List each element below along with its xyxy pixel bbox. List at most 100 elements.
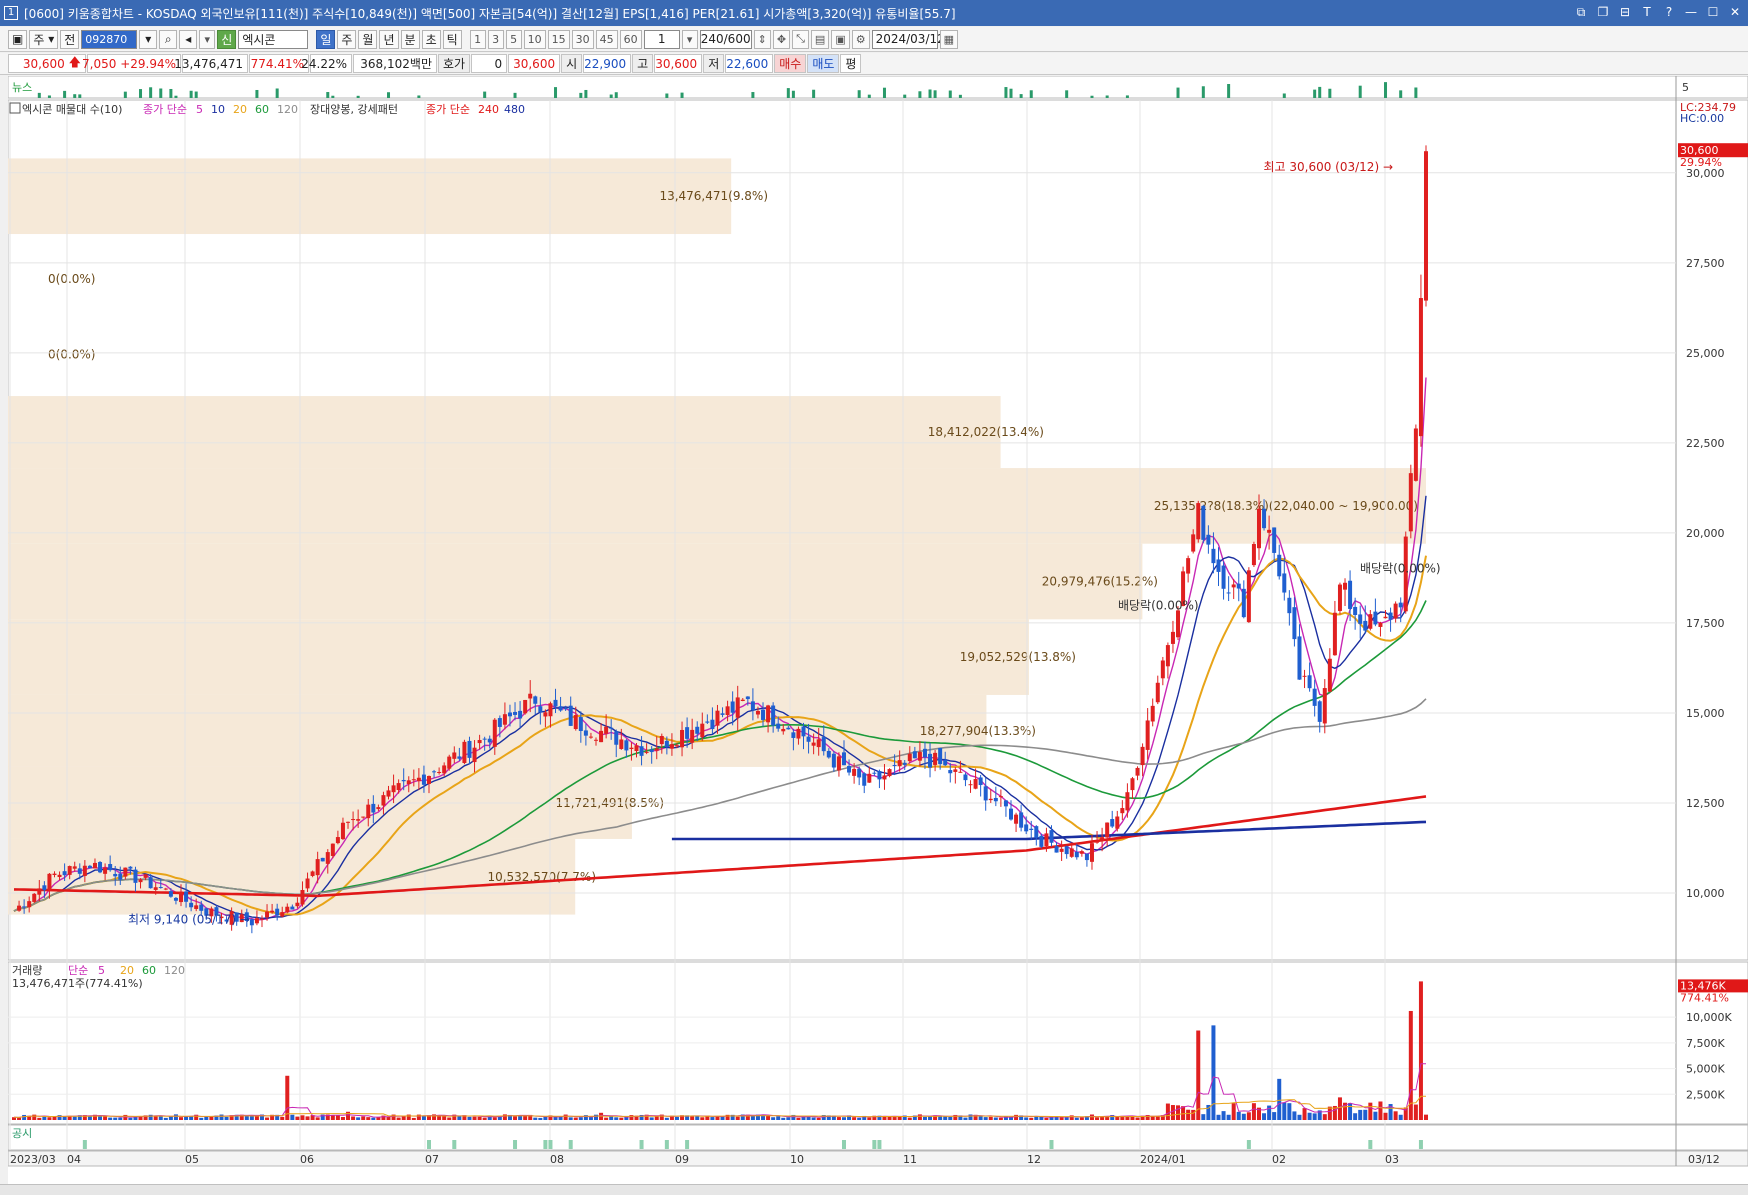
candle-body [523,699,528,714]
period-day-button[interactable]: 일 [316,29,336,49]
volume-bar [98,1116,103,1120]
candle-body [1145,720,1150,750]
candle-body [847,766,852,773]
candle-body [659,735,664,745]
volume-bar [1272,1112,1277,1120]
x-axis-label: 05 [185,1153,199,1166]
volume-bar [42,1116,47,1120]
candle-body [1105,822,1110,838]
candle-body [72,866,77,869]
candle-body [1256,508,1261,549]
search-icon[interactable]: ⌕ [159,29,178,49]
news-bar [918,91,922,98]
candle-body [841,752,846,766]
stock-code-input[interactable]: 092870 [81,29,138,49]
volume-bar [280,1116,285,1120]
volume-bar [1069,1115,1074,1120]
volume-legend-name: 거래량 [12,964,42,977]
period-tick-button[interactable]: 틱 [442,29,462,49]
arrow-down-icon[interactable]: ▾ [199,29,216,49]
volume-bar [857,1117,862,1120]
period-year-button[interactable]: 년 [379,29,399,49]
candle-body [376,807,381,810]
settings-icon[interactable]: ⚙ [851,29,870,49]
price-y-tick: 27,500 [1686,257,1725,270]
volume-bar [1262,1113,1267,1120]
font-icon[interactable]: T [1640,4,1654,20]
all-button[interactable]: 전 [60,29,80,49]
candle-body [599,730,604,743]
save-icon[interactable]: ▣ [831,29,850,49]
tick-1-button[interactable]: 1 [469,29,486,49]
candle-body [123,867,128,877]
period-week-button[interactable]: 주 [337,29,357,49]
candle-body [867,773,872,783]
candle-body [22,906,27,908]
layout-icon[interactable]: ▣ [8,29,28,49]
tick-45-button[interactable]: 45 [595,29,618,49]
volume-bar [907,1117,912,1120]
volume-bar [917,1114,922,1120]
close-icon[interactable]: ✕ [1728,4,1742,20]
lock-icon[interactable]: ▤ [810,29,830,49]
period-second-button[interactable]: 초 [421,29,441,49]
candle-body [401,779,406,782]
eval-button[interactable]: 평 [840,54,862,73]
tile-icon[interactable]: ⊟ [1618,4,1632,20]
candle-body [1424,151,1428,301]
news-bar [579,92,583,98]
candle-body [1170,631,1175,644]
link-icon[interactable]: ⧉ [1574,4,1588,20]
candle-body [1024,824,1029,832]
market-type-select[interactable]: 주 ▾ [29,29,59,49]
volume-bar [477,1116,482,1120]
minimize-icon[interactable]: — [1684,4,1698,20]
tick-30-button[interactable]: 30 [571,29,594,49]
news-bar [78,94,82,98]
cursor-icon[interactable]: ✥ [772,29,791,49]
maximize-icon[interactable]: ☐ [1706,4,1720,20]
volume-bar [588,1117,593,1120]
buy-button[interactable]: 매수 [774,54,807,73]
candle-body [1211,548,1216,564]
tick-10-button[interactable]: 10 [523,29,546,49]
chart-area[interactable]: 13,476,471(9.8%) 0(0.0%) 0(0.0%) 18,412,022… [7,75,1748,1185]
candle-body [958,771,963,773]
news-bar [1358,85,1362,98]
news-bar [903,94,907,98]
price-y-tick: 20,000 [1686,527,1725,540]
tick-value-input[interactable]: 1 [643,29,680,49]
tick-15-button[interactable]: 15 [547,29,570,49]
chart-svg[interactable]: 13,476,471(9.8%)0(0.0%)0(0.0%)18,412,022… [7,75,1748,1185]
candle-body [518,710,523,719]
stock-name-field[interactable]: 엑시콘 [238,29,309,49]
volume-bar [108,1117,113,1120]
candle-body [568,705,573,726]
sell-button[interactable]: 매도 [807,54,840,73]
period-minute-button[interactable]: 분 [400,29,420,49]
sound-icon[interactable]: ◂ [179,29,198,49]
candle-body [310,871,315,876]
volume-bar [816,1117,821,1120]
code-dropdown-icon[interactable]: ▾ [139,29,158,49]
tick-5-button[interactable]: 5 [505,29,522,49]
volume-legend-period: 20 [120,964,134,977]
x-axis-label: 08 [550,1153,564,1166]
news-bar [1105,95,1109,98]
volume-bar [1251,1103,1256,1120]
tick-3-button[interactable]: 3 [487,29,504,49]
tick-60-button[interactable]: 60 [619,29,642,49]
candle-body [249,919,254,926]
restore-icon[interactable]: ❐ [1596,4,1610,20]
legend-long-ma-period: 480 [504,103,525,116]
horizontal-scrollbar[interactable] [0,1184,1748,1195]
count-stepper-icon[interactable]: ⇕ [753,29,771,49]
period-month-button[interactable]: 월 [358,29,378,49]
crosshair-icon[interactable]: ⤡ [792,29,809,49]
help-icon[interactable]: ? [1662,4,1676,20]
tick-dropdown-icon[interactable]: ▾ [681,29,698,49]
calendar-icon[interactable]: ▦ [939,29,958,49]
count-input[interactable]: 240/600 [699,29,752,49]
date-input[interactable]: 2024/03/12 [871,29,945,49]
news-bar [47,95,51,98]
